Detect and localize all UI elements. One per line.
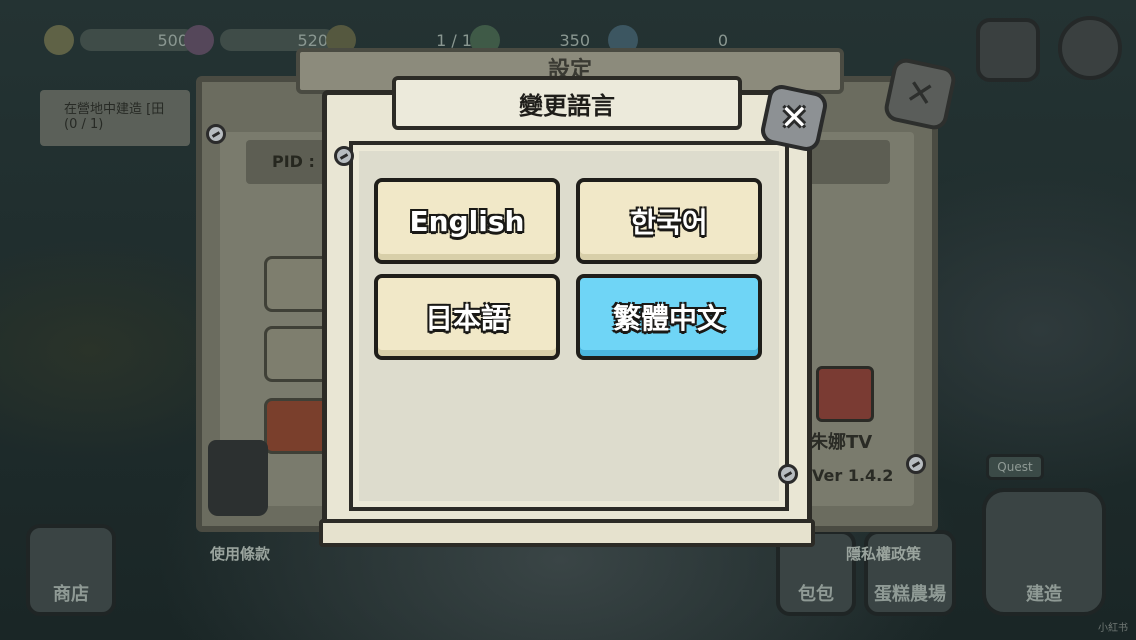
screw-icon — [906, 454, 926, 474]
privacy-policy-link[interactable]: 隱私權政策 — [846, 543, 921, 564]
language-option-japanese[interactable]: 日本語 — [374, 274, 560, 360]
shop-button[interactable]: 商店 — [26, 524, 116, 616]
language-close-button[interactable]: ✕ — [758, 82, 830, 154]
settings-gear-icon[interactable] — [1058, 16, 1122, 80]
language-option-label: 日本語 — [424, 302, 509, 335]
quest-info-box: 在營地中建造 [田 (0 / 1) — [40, 90, 190, 146]
shop-label: 商店 — [53, 584, 89, 605]
build-button[interactable]: 建造 — [982, 488, 1106, 616]
gold-counter: 500 — [44, 25, 196, 55]
home-button[interactable] — [976, 18, 1040, 82]
coin-icon — [44, 25, 74, 55]
terms-of-use-link[interactable]: 使用條款 — [210, 543, 270, 564]
farm-label: 蛋糕農場 — [874, 584, 946, 605]
quest-label: Quest — [997, 460, 1033, 474]
language-option-traditional-chinese[interactable]: 繁體中文 — [576, 274, 762, 360]
version-label: Ver 1.4.2 — [812, 466, 894, 485]
gem-icon — [184, 25, 214, 55]
language-title-banner: 變更語言 — [392, 76, 742, 130]
close-x-icon: ✕ — [779, 98, 809, 138]
close-x-icon: ✕ — [901, 71, 939, 117]
language-option-english[interactable]: English — [374, 178, 560, 264]
screw-icon — [206, 124, 226, 144]
leaf-value: 350 — [559, 30, 590, 50]
screw-icon — [334, 146, 354, 166]
quest-tag[interactable]: Quest — [986, 454, 1044, 480]
population-value: 1 / 1 — [436, 30, 472, 50]
screw-icon — [778, 464, 798, 484]
watermark: 小紅书 — [1098, 623, 1128, 634]
language-option-label: 繁體中文 — [612, 302, 725, 335]
trash-can-icon — [208, 440, 268, 516]
bag-label: 包包 — [798, 584, 834, 605]
language-option-label: 한국어 — [630, 206, 708, 239]
language-option-label: English — [409, 204, 525, 238]
settings-close-button[interactable]: ✕ — [882, 56, 958, 132]
tv-play-icon[interactable] — [816, 366, 874, 422]
tv-label: 朱娜TV — [810, 432, 873, 453]
crystal-value: 0 — [717, 30, 728, 50]
pid-label: PID : — [272, 152, 315, 171]
language-dialog-title: 變更語言 — [519, 91, 615, 120]
language-option-korean[interactable]: 한국어 — [576, 178, 762, 264]
quest-info-text: 在營地中建造 [田 (0 / 1) — [64, 102, 165, 132]
language-dialog-rail — [319, 519, 815, 547]
build-label: 建造 — [1026, 584, 1062, 605]
gem-value: 520 — [297, 30, 328, 50]
